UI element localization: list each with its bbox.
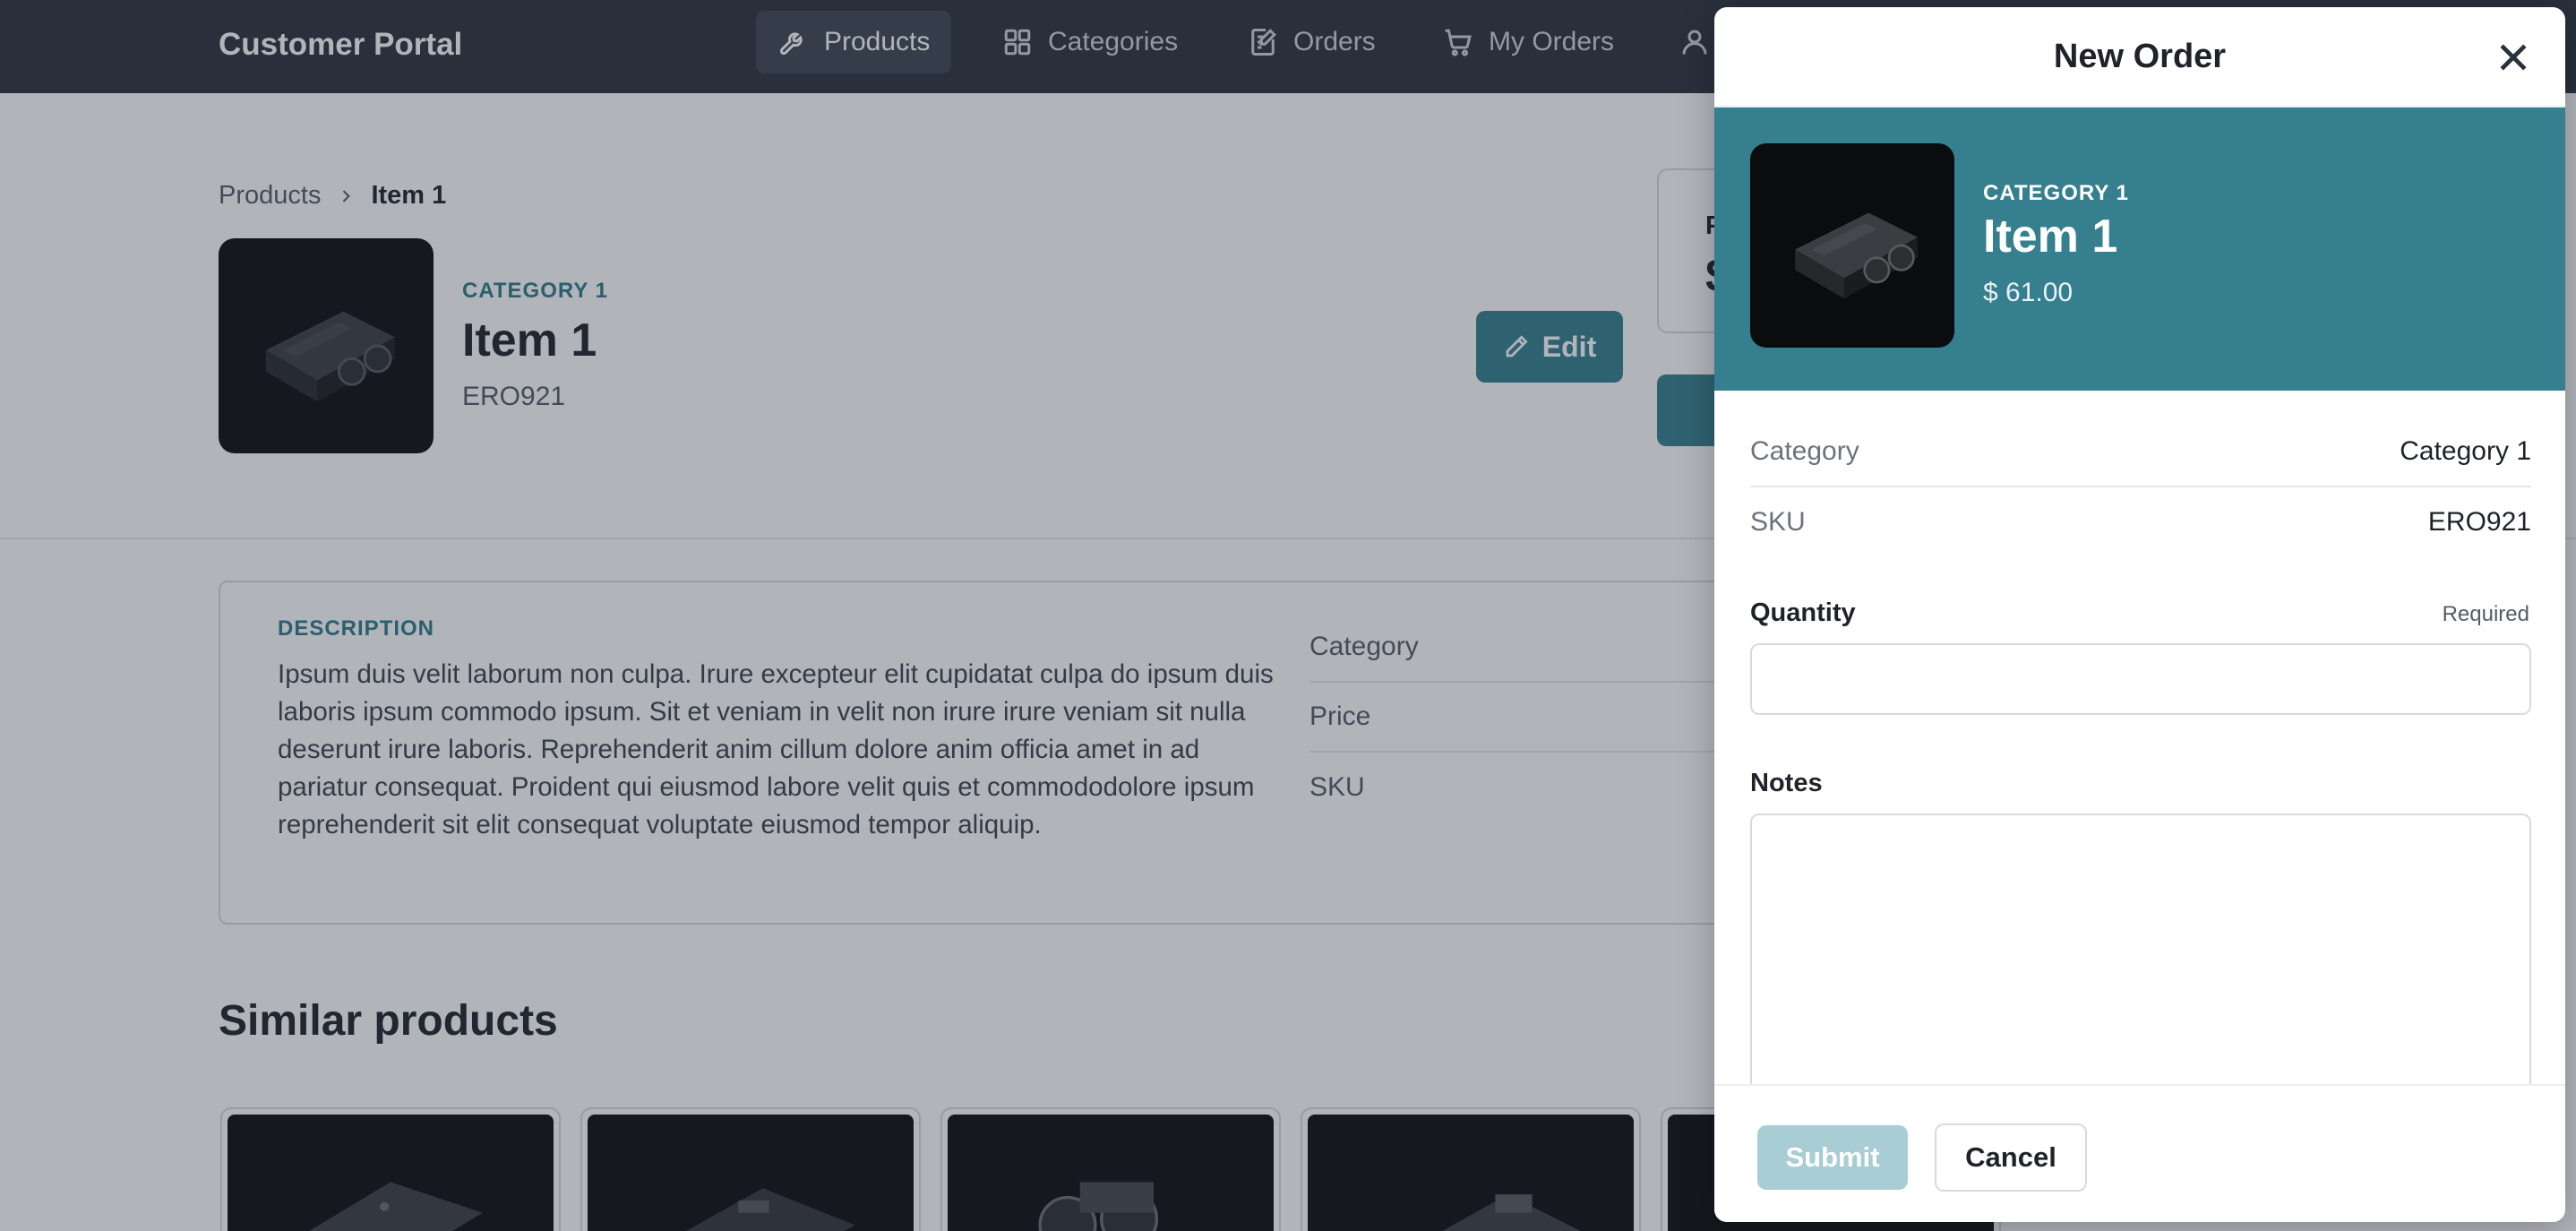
- drawer-product-image: [1750, 143, 1954, 348]
- close-button[interactable]: [2494, 38, 2533, 77]
- quantity-required-hint: Required: [2442, 602, 2529, 626]
- detail-value: ERO921: [2427, 507, 2531, 537]
- quantity-input[interactable]: [1750, 643, 2531, 715]
- submit-button[interactable]: Submit: [1757, 1125, 1908, 1190]
- new-order-drawer: New Order CATEGORY 1 Item 1 $ 61.00 Cate…: [1714, 7, 2565, 1222]
- drawer-product-banner: CATEGORY 1 Item 1 $ 61.00: [1714, 108, 2565, 391]
- drawer-product-category: CATEGORY 1: [1983, 181, 2129, 205]
- drawer-title: New Order: [2053, 38, 2227, 75]
- detail-key: SKU: [1750, 507, 1806, 537]
- detail-row-sku: SKU ERO921: [1750, 487, 2531, 557]
- drawer-header: New Order: [1714, 7, 2565, 108]
- drawer-footer: Submit Cancel: [1714, 1084, 2565, 1222]
- quantity-label: Quantity: [1750, 598, 1856, 627]
- detail-row-category: Category Category 1: [1750, 418, 2531, 487]
- close-icon: [2500, 44, 2527, 71]
- detail-value: Category 1: [2400, 436, 2531, 466]
- drawer-product-price: $ 61.00: [1983, 278, 2074, 307]
- notes-label: Notes: [1750, 769, 1823, 797]
- drawer-product-name: Item 1: [1983, 211, 2118, 263]
- product-device-illustration: [1795, 212, 1918, 299]
- detail-key: Category: [1750, 436, 1859, 466]
- notes-textarea[interactable]: [1750, 813, 2531, 1091]
- cancel-button[interactable]: Cancel: [1935, 1123, 2087, 1192]
